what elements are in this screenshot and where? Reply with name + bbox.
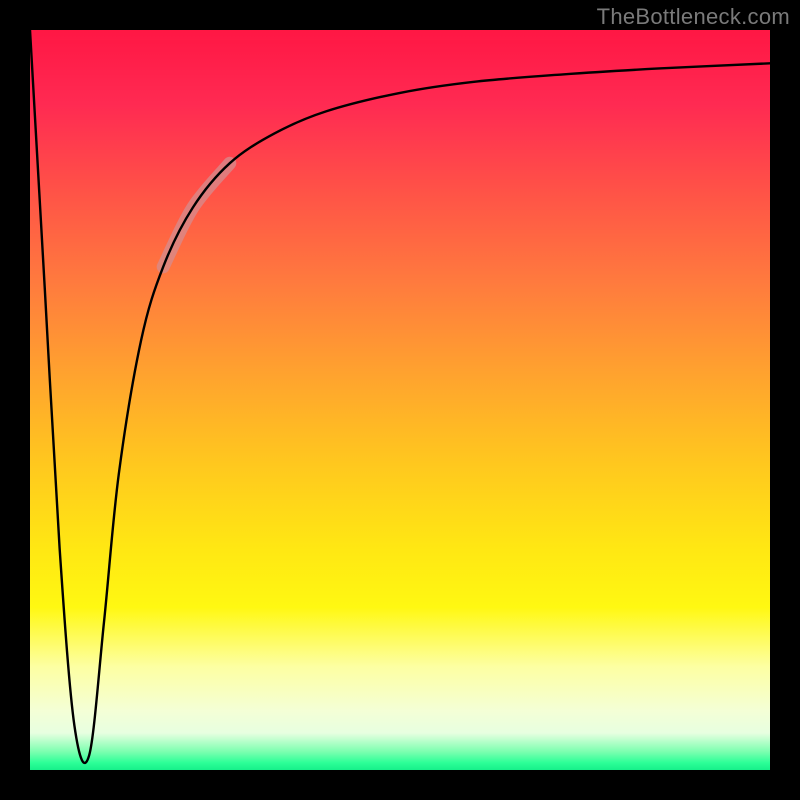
curve-layer	[30, 30, 770, 770]
main-curve	[30, 30, 770, 763]
chart-container: TheBottleneck.com	[0, 0, 800, 800]
plot-area	[30, 30, 770, 770]
attribution-label: TheBottleneck.com	[597, 4, 790, 30]
curve-highlight-segment	[163, 163, 230, 267]
